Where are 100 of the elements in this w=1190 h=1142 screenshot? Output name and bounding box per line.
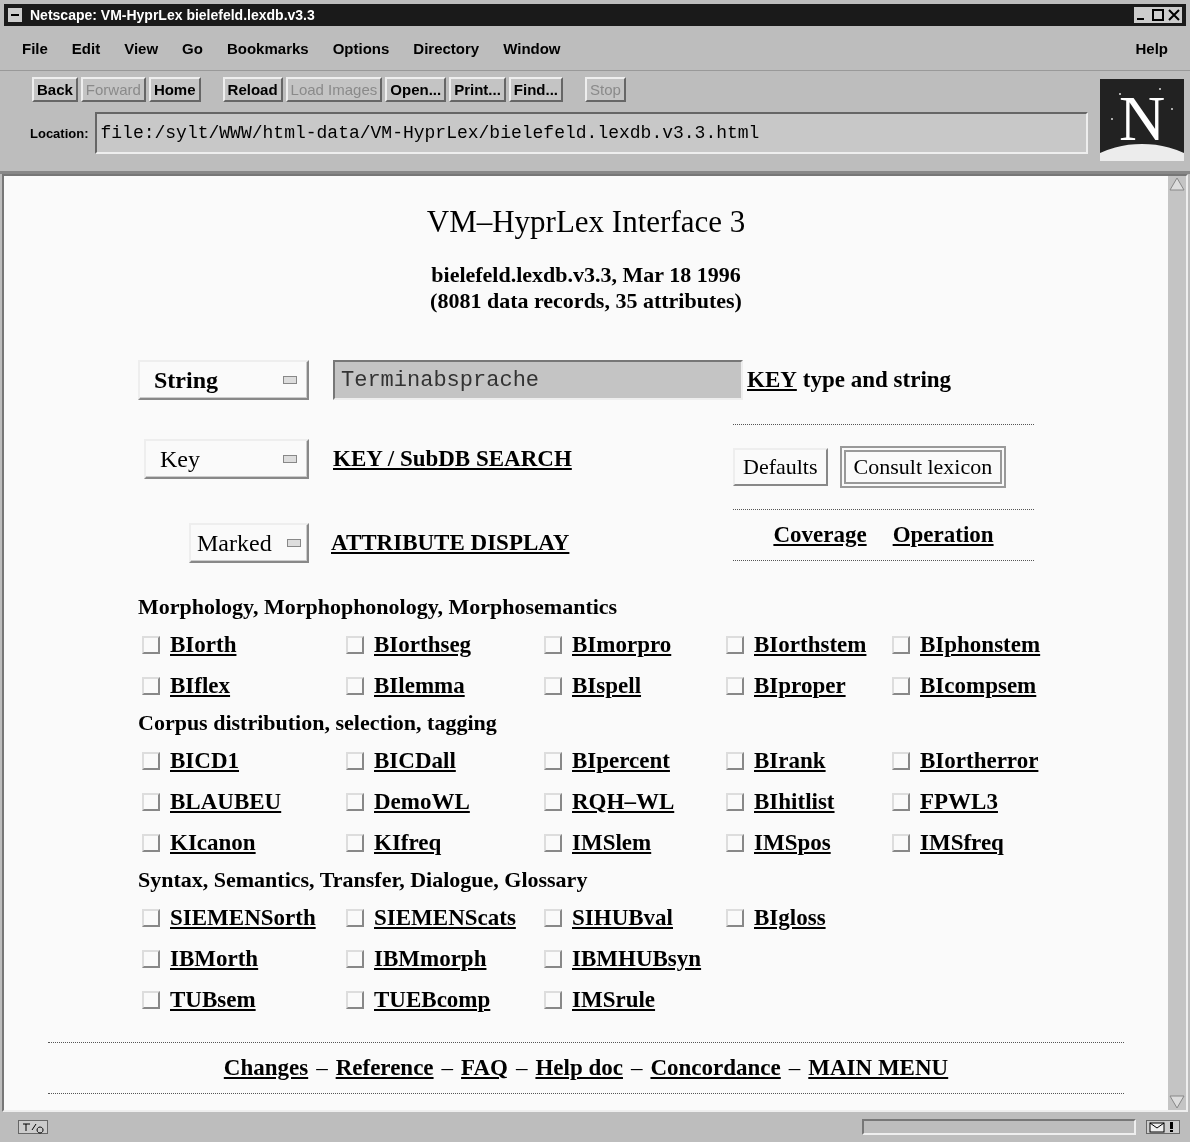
footer-link[interactable]: FAQ	[461, 1055, 508, 1081]
footer-link[interactable]: Help doc	[535, 1055, 623, 1081]
checkbox[interactable]	[142, 990, 160, 1009]
checkbox[interactable]	[726, 676, 744, 695]
attribute-link[interactable]: BIflex	[170, 672, 231, 699]
checkbox[interactable]	[142, 908, 160, 927]
scroll-down-icon[interactable]	[1168, 1094, 1186, 1110]
attribute-link[interactable]: BIspell	[572, 672, 642, 699]
attribute-link[interactable]: TUBsem	[170, 986, 256, 1013]
checkbox[interactable]	[892, 751, 910, 770]
checkbox[interactable]	[142, 676, 160, 695]
checkbox[interactable]	[726, 833, 744, 852]
attribute-link[interactable]: BIrank	[754, 747, 826, 774]
key-link[interactable]: KEY	[747, 367, 797, 393]
attribute-link[interactable]: BICD1	[170, 747, 239, 774]
checkbox[interactable]	[346, 949, 364, 968]
display-link[interactable]: ATTRIBUTE DISPLAY	[331, 530, 570, 556]
menu-item[interactable]: Directory	[413, 39, 480, 57]
checkbox[interactable]	[346, 635, 364, 654]
menu-item[interactable]: File	[22, 39, 48, 57]
footer-link[interactable]: Concordance	[650, 1055, 781, 1081]
attribute-link[interactable]: KIfreq	[374, 829, 442, 856]
attribute-link[interactable]: BIorthstem	[754, 631, 867, 658]
attribute-link[interactable]: BIortherror	[920, 747, 1039, 774]
info-link[interactable]: Operation	[892, 522, 994, 548]
footer-link[interactable]: Reference	[335, 1055, 434, 1081]
checkbox[interactable]	[726, 751, 744, 770]
attribute-link[interactable]: BIphonstem	[920, 631, 1041, 658]
menu-item[interactable]: Window	[503, 39, 561, 57]
display-mode-dropdown[interactable]: Marked	[189, 523, 309, 563]
attribute-link[interactable]: TUEBcomp	[374, 986, 491, 1013]
toolbar-button[interactable]: Home	[148, 77, 201, 102]
toolbar-button[interactable]: Back	[32, 77, 78, 102]
form-button[interactable]: Consult lexicon	[839, 446, 1007, 488]
search-field[interactable]: Terminabsprache	[333, 360, 743, 400]
attribute-link[interactable]: BImorpro	[572, 631, 672, 658]
attribute-link[interactable]: SIHUBval	[572, 904, 673, 931]
checkbox[interactable]	[544, 908, 562, 927]
checkbox[interactable]	[726, 635, 744, 654]
attribute-link[interactable]: FPWL3	[920, 788, 998, 815]
checkbox[interactable]	[726, 792, 744, 811]
attribute-link[interactable]: BIgloss	[754, 904, 826, 931]
checkbox[interactable]	[142, 635, 160, 654]
checkbox[interactable]	[544, 792, 562, 811]
menu-item[interactable]: Help	[1135, 39, 1168, 57]
key-type-dropdown[interactable]: String	[138, 360, 309, 400]
checkbox[interactable]	[142, 949, 160, 968]
menu-item[interactable]: Go	[182, 39, 203, 57]
attribute-link[interactable]: IMSfreq	[920, 829, 1004, 856]
attribute-link[interactable]: BLAUBEU	[170, 788, 282, 815]
attribute-link[interactable]: BIpercent	[572, 747, 670, 774]
info-link[interactable]: Coverage	[773, 522, 867, 548]
checkbox[interactable]	[346, 792, 364, 811]
checkbox[interactable]	[544, 833, 562, 852]
attribute-link[interactable]: IBMmorph	[374, 945, 487, 972]
checkbox[interactable]	[142, 751, 160, 770]
attribute-link[interactable]: IMSlem	[572, 829, 652, 856]
menu-item[interactable]: Edit	[71, 39, 101, 57]
toolbar-button[interactable]: Open...	[385, 77, 447, 102]
attribute-link[interactable]: BIlemma	[374, 672, 465, 699]
checkbox[interactable]	[544, 635, 562, 654]
checkbox[interactable]	[544, 990, 562, 1009]
footer-link[interactable]: Changes	[223, 1055, 309, 1081]
checkbox[interactable]	[346, 908, 364, 927]
attribute-link[interactable]: BICDall	[374, 747, 456, 774]
attribute-link[interactable]: IMSrule	[572, 986, 656, 1013]
attribute-link[interactable]: IBMorth	[170, 945, 259, 972]
toolbar-button[interactable]: Find...	[508, 77, 563, 102]
attribute-link[interactable]: KIcanon	[170, 829, 256, 856]
attribute-link[interactable]: IMSpos	[754, 829, 831, 856]
attribute-link[interactable]: BIproper	[754, 672, 846, 699]
checkbox[interactable]	[726, 908, 744, 927]
window-menu-icon[interactable]	[8, 8, 22, 22]
form-button[interactable]: Defaults	[733, 448, 828, 486]
checkbox[interactable]	[544, 949, 562, 968]
location-field[interactable]: file:/sylt/WWW/html-data/VM-HyprLex/bielefeld.lexdb.v3.3.html	[94, 112, 1088, 154]
window-controls-icon[interactable]	[1134, 7, 1182, 23]
mail-icon[interactable]	[1146, 1120, 1180, 1134]
attribute-link[interactable]: BIhitlist	[754, 788, 835, 815]
toolbar-button[interactable]: Print...	[449, 77, 506, 102]
attribute-link[interactable]: BIcompsem	[920, 672, 1037, 699]
checkbox[interactable]	[892, 635, 910, 654]
attribute-link[interactable]: DemoWL	[374, 788, 470, 815]
menu-item[interactable]: View	[124, 39, 159, 57]
attribute-link[interactable]: SIEMENScats	[374, 904, 516, 931]
search-link[interactable]: KEY / SubDB SEARCH	[333, 446, 572, 472]
attribute-link[interactable]: BIorthseg	[374, 631, 472, 658]
footer-link[interactable]: MAIN MENU	[808, 1055, 949, 1081]
checkbox[interactable]	[892, 833, 910, 852]
checkbox[interactable]	[544, 676, 562, 695]
scroll-up-icon[interactable]	[1168, 176, 1186, 192]
checkbox[interactable]	[346, 676, 364, 695]
checkbox[interactable]	[346, 833, 364, 852]
attribute-link[interactable]: RQH–WL	[572, 788, 675, 815]
scrollbar[interactable]	[1168, 176, 1186, 1110]
checkbox[interactable]	[142, 792, 160, 811]
checkbox[interactable]	[892, 792, 910, 811]
attribute-link[interactable]: IBMHUBsyn	[572, 945, 702, 972]
toolbar-button[interactable]: Reload	[222, 77, 283, 102]
menu-item[interactable]: Bookmarks	[226, 39, 309, 57]
